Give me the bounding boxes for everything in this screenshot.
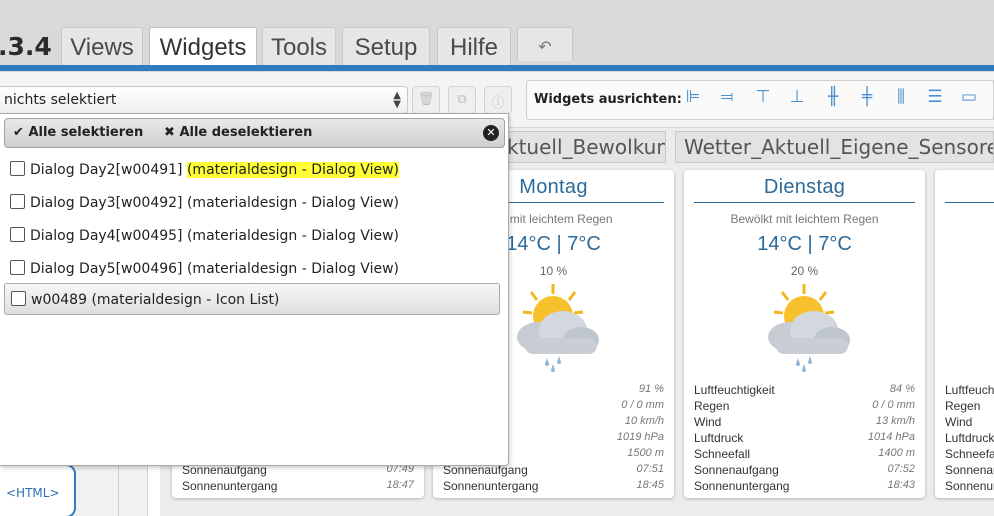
tab-tools[interactable]: Tools xyxy=(262,27,336,65)
checkbox[interactable] xyxy=(11,291,26,306)
list-item[interactable]: Dialog Day3[w00492] (materialdesign - Di… xyxy=(4,188,500,218)
row-rain: Regen 0 / 0 mm xyxy=(694,399,915,413)
checkbox[interactable] xyxy=(10,227,25,242)
accent-bar xyxy=(0,65,994,71)
list-item[interactable]: Dialog Day5[w00496] (materialdesign - Di… xyxy=(4,254,500,284)
row-pressure: Luftdruck 1014 hPa xyxy=(694,431,915,445)
list-item[interactable]: Dialog Day4[w00495] (materialdesign - Di… xyxy=(4,221,500,251)
list-item[interactable]: w00489 (materialdesign - Icon List) xyxy=(4,283,500,315)
widget-select-dropdown: ✔ Alle selektieren ✖ Alle deselektieren … xyxy=(0,113,509,466)
day-divider xyxy=(945,202,994,203)
undo-icon[interactable]: ↶ xyxy=(517,27,573,61)
temperature-range: 14°C | 7°C xyxy=(757,233,852,255)
row-pressure: Luftdruck xyxy=(945,431,994,445)
delete-icon[interactable]: 🗑 xyxy=(412,86,440,114)
dropdown-header: ✔ Alle selektieren ✖ Alle deselektieren … xyxy=(4,118,505,148)
row-sunset: Sonnenun xyxy=(945,479,994,493)
widget-select[interactable]: nichts selektiert ▲ ▼ xyxy=(0,86,408,114)
widget-select-value: nichts selektiert xyxy=(4,92,117,108)
row-sunrise: Sonnenaufgang 07:52 xyxy=(694,463,915,477)
tab-setup[interactable]: Setup xyxy=(342,27,430,65)
sun-cloud-rain-icon xyxy=(517,284,599,372)
row-sunset: Sonnenuntergang 18:45 xyxy=(443,479,664,493)
row-humidity: Luftfeuch xyxy=(945,383,994,397)
day-title: Dienstag xyxy=(763,176,846,198)
align-center-vertical-icon[interactable]: ╫ xyxy=(821,87,845,113)
align-center-horizontal-icon[interactable]: ╪ xyxy=(855,87,879,113)
tab-widgets[interactable]: Widgets xyxy=(149,27,257,67)
align-panel: Widgets ausrichten: ⊫ ⫤ ⊤ ⊥ ╫ ╪ ⫼ ☰ ▭ xyxy=(526,80,994,120)
align-bottom-icon[interactable]: ⊥ xyxy=(785,87,809,113)
align-right-icon[interactable]: ⫤ xyxy=(715,87,739,113)
distribute-vertical-icon[interactable]: ☰ xyxy=(923,87,947,113)
row-sunset: Sonnenuntergang 18:43 xyxy=(694,479,915,493)
html-widget-tile[interactable]: <HTML> xyxy=(0,464,76,516)
weather-desc: Bewölkt mit leichtem Regen xyxy=(730,212,879,226)
row-rain: Regen xyxy=(945,399,981,413)
close-icon[interactable]: ✕ xyxy=(483,125,499,141)
top-tab-bar: .3.4 Views Widgets Tools Setup Hilfe ↶ xyxy=(0,0,994,72)
checkbox[interactable] xyxy=(10,260,25,275)
weather-card-day4[interactable]: Luftfeuch Regen Wind Luftdruck Schneefa … xyxy=(935,170,994,498)
select-all-button[interactable]: ✔ Alle selektieren xyxy=(13,125,143,140)
row-wind: Wind 13 km/h xyxy=(694,415,915,429)
size-icon[interactable]: ▭ xyxy=(957,87,981,113)
tab-hilfe[interactable]: Hilfe xyxy=(437,27,511,65)
sun-cloud-rain-icon xyxy=(768,284,850,372)
check-icon: ✔ xyxy=(13,125,24,140)
select-caret-icon: ▲ ▼ xyxy=(393,90,401,110)
checkbox[interactable] xyxy=(10,161,25,176)
align-top-icon[interactable]: ⊤ xyxy=(751,87,775,113)
row-sunrise: Sonnenau xyxy=(945,463,994,477)
precip-chance: 20 % xyxy=(790,264,819,278)
row-humidity: Luftfeuchtigkeit 84 % xyxy=(694,383,915,397)
view-tab-eigene-sensoren[interactable]: Wetter_Aktuell_Eigene_Sensoren xyxy=(675,131,994,163)
day-divider xyxy=(694,202,915,203)
checkbox[interactable] xyxy=(10,194,25,209)
align-label: Widgets ausrichten: xyxy=(534,92,682,107)
list-item[interactable]: Dialog Day2[w00491] (materialdesign - Di… xyxy=(4,155,500,185)
align-left-icon[interactable]: ⊫ xyxy=(681,87,705,113)
distribute-horizontal-icon[interactable]: ⫼ xyxy=(889,87,913,113)
deselect-all-button[interactable]: ✖ Alle deselektieren xyxy=(164,125,312,140)
row-snowfall: Schneefall 1400 m xyxy=(694,447,915,461)
x-icon: ✖ xyxy=(164,125,175,140)
version-label: .3.4 xyxy=(0,32,52,61)
info-icon[interactable]: ⓘ xyxy=(484,86,512,114)
row-snowfall: Schneefa xyxy=(945,447,994,461)
tab-views[interactable]: Views xyxy=(61,27,143,65)
row-sunset: Sonnenuntergang 18:47 xyxy=(182,479,414,493)
row-wind: Wind xyxy=(945,415,973,429)
weather-card-dienstag[interactable]: Dienstag Bewölkt mit leichtem Regen 14°C… xyxy=(684,170,925,498)
copy-icon[interactable]: ⧉ xyxy=(448,86,476,114)
